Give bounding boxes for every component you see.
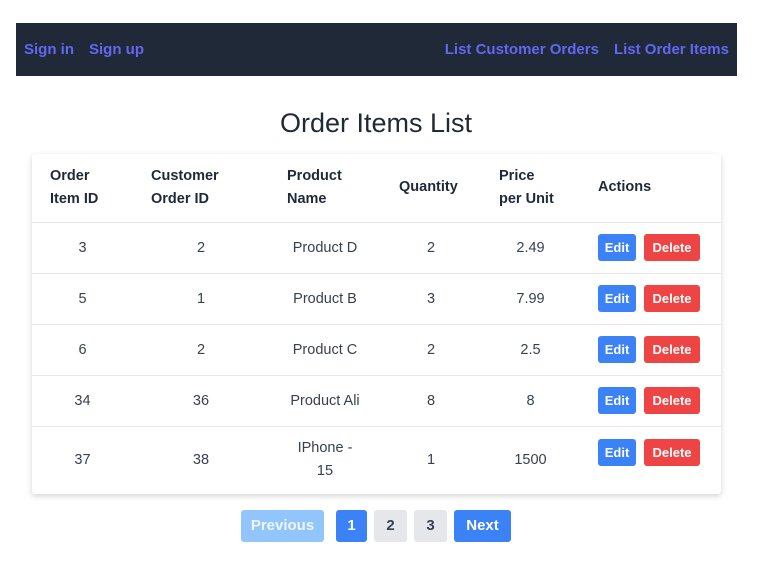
cell-actions: Edit Delete — [580, 324, 721, 376]
cell-order-item-id: 6 — [32, 324, 133, 376]
navbar: Sign in Sign up List Customer Orders Lis… — [16, 23, 737, 76]
next-page-button[interactable]: Next — [454, 510, 511, 542]
sign-in-link[interactable]: Sign in — [24, 41, 74, 58]
cell-price: 2.5 — [481, 324, 580, 376]
cell-price: 8 — [481, 375, 580, 427]
list-customer-orders-link[interactable]: List Customer Orders — [445, 41, 599, 58]
page-2-button[interactable]: 2 — [374, 510, 407, 542]
table-row: 34 36 Product Ali 8 8 Edit Delete — [32, 375, 721, 427]
table-row: 3 2 Product D 2 2.49 Edit Delete — [32, 222, 721, 274]
delete-button[interactable]: Delete — [644, 336, 700, 363]
nav-left-group: Sign in Sign up — [24, 41, 144, 58]
nav-right-group: List Customer Orders List Order Items — [445, 41, 729, 58]
page-1-button[interactable]: 1 — [336, 510, 367, 542]
sign-up-link[interactable]: Sign up — [89, 41, 144, 58]
header-text: Customer — [151, 167, 219, 184]
list-order-items-link[interactable]: List Order Items — [614, 41, 729, 58]
header-actions: Actions — [580, 154, 721, 223]
cell-order-item-id: 34 — [32, 375, 133, 427]
header-text: Product — [287, 167, 342, 184]
cell-actions: Edit Delete — [580, 273, 721, 325]
edit-button[interactable]: Edit — [598, 234, 636, 261]
cell-quantity: 1 — [426, 451, 436, 468]
table-row: 37 38 IPhone - 15 1 1500 Edit Delete — [32, 426, 721, 494]
header-text: Price — [499, 167, 535, 184]
cell-quantity: 2 — [381, 324, 481, 376]
header-order-item-id: Order Item ID — [32, 154, 133, 223]
cell-quantity: 2 — [381, 222, 481, 274]
table-header-row: Order Item ID Customer Order ID Product … — [32, 154, 721, 223]
cell-product-name: Product B — [269, 273, 381, 325]
cell-order-item-id: 37 — [74, 451, 91, 468]
previous-page-button[interactable]: Previous — [241, 510, 324, 542]
cell-actions: Edit Delete — [580, 222, 721, 274]
header-text: Order — [50, 167, 90, 184]
cell-price: 7.99 — [481, 273, 580, 325]
cell-price: 2.49 — [481, 222, 580, 274]
cell-price: 1500 — [514, 451, 547, 468]
header-product-name: Product Name — [269, 154, 381, 223]
header-text: Quantity — [399, 179, 458, 196]
header-text: Actions — [598, 179, 652, 196]
cell-product-name: Product C — [269, 324, 381, 376]
cell-product-name: Product D — [269, 222, 381, 274]
order-items-table-card: Order Item ID Customer Order ID Product … — [32, 154, 721, 494]
header-text: Order ID — [151, 190, 210, 207]
header-quantity: Quantity — [381, 154, 481, 223]
cell-product-name: IPhone - 15 — [269, 426, 381, 494]
cell-quantity: 3 — [381, 273, 481, 325]
header-text: per Unit — [499, 190, 554, 207]
header-price-per-unit: Price per Unit — [481, 154, 580, 223]
delete-button[interactable]: Delete — [644, 438, 700, 466]
product-name-line: 15 — [316, 463, 334, 480]
cell-actions: Edit Delete — [580, 375, 721, 427]
edit-button[interactable]: Edit — [598, 387, 636, 414]
cell-actions: Edit Delete — [580, 426, 721, 494]
table-row: 6 2 Product C 2 2.5 Edit Delete — [32, 324, 721, 376]
header-text: Name — [287, 190, 327, 207]
delete-button[interactable]: Delete — [644, 234, 700, 261]
order-items-table: Order Item ID Customer Order ID Product … — [32, 154, 721, 494]
cell-product-name: Product Ali — [269, 375, 381, 427]
cell-order-item-id: 3 — [32, 222, 133, 274]
cell-customer-order-id: 1 — [133, 273, 269, 325]
edit-button[interactable]: Edit — [598, 438, 636, 466]
cell-order-item-id: 5 — [32, 273, 133, 325]
product-name-line: IPhone - — [297, 440, 353, 457]
delete-button[interactable]: Delete — [644, 285, 700, 312]
edit-button[interactable]: Edit — [598, 285, 636, 312]
header-customer-order-id: Customer Order ID — [133, 154, 269, 223]
cell-customer-order-id: 2 — [133, 324, 269, 376]
cell-customer-order-id: 2 — [133, 222, 269, 274]
pagination: Previous 1 2 3 Next — [0, 510, 752, 542]
page-3-button[interactable]: 3 — [414, 510, 447, 542]
cell-customer-order-id: 36 — [133, 375, 269, 427]
edit-button[interactable]: Edit — [598, 336, 636, 363]
cell-quantity: 8 — [381, 375, 481, 427]
table-row: 5 1 Product B 3 7.99 Edit Delete — [32, 273, 721, 325]
header-text: Item ID — [50, 190, 99, 207]
cell-customer-order-id: 38 — [192, 451, 210, 468]
delete-button[interactable]: Delete — [644, 387, 700, 414]
page-title: Order Items List — [279, 108, 473, 138]
